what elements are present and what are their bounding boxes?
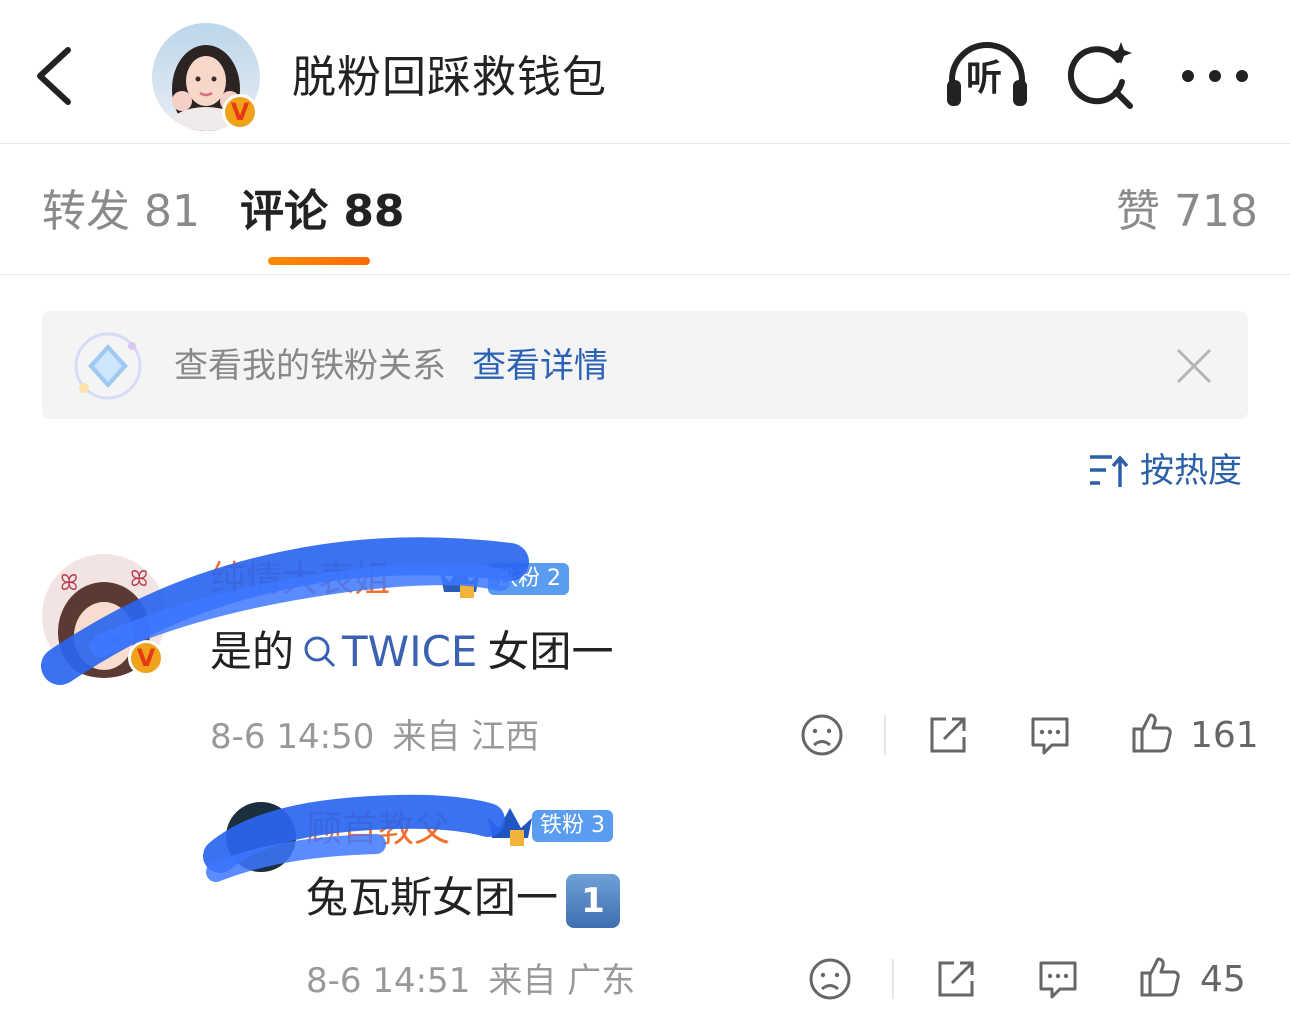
reply-text: 兔瓦斯女团一 1 bbox=[306, 870, 621, 928]
share-icon[interactable] bbox=[934, 957, 978, 1001]
sort-by-hot-button[interactable]: 按热度 bbox=[1140, 448, 1242, 494]
reply-meta: 8-6 14:51 来自 广东 bbox=[306, 961, 636, 1001]
tab-comments[interactable]: 评论 88 bbox=[240, 184, 405, 240]
sort-icon[interactable] bbox=[1088, 453, 1128, 489]
page-title: 脱粉回踩救钱包 bbox=[292, 52, 607, 103]
comment-meta: 8-6 14:50 来自 江西 bbox=[210, 717, 540, 757]
verified-badge: V bbox=[128, 640, 164, 676]
verified-badge: V bbox=[222, 94, 258, 130]
like-count: 161 bbox=[1190, 715, 1259, 756]
banner-text: 查看我的铁粉关系 bbox=[174, 346, 446, 386]
reply-username[interactable]: 顾首教父 bbox=[306, 806, 450, 854]
sparkle-search-icon[interactable] bbox=[1066, 42, 1136, 112]
keycap-one-emoji: 1 bbox=[566, 873, 621, 928]
like-count: 45 bbox=[1200, 959, 1246, 1000]
crown-icon bbox=[488, 808, 532, 846]
sad-face-icon[interactable] bbox=[808, 957, 852, 1001]
listen-headphones-icon[interactable]: 听 bbox=[944, 42, 1030, 110]
crown-icon bbox=[440, 564, 480, 598]
iron-fan-badge: 铁粉 2 bbox=[488, 563, 569, 595]
sad-face-icon[interactable] bbox=[800, 713, 844, 757]
tab-repost[interactable]: 转发 81 bbox=[42, 184, 200, 240]
active-tab-indicator bbox=[268, 257, 370, 265]
comment-text: 是的 TWICE 女团一 bbox=[210, 627, 614, 676]
listen-label: 听 bbox=[966, 58, 1003, 99]
comment-username[interactable]: 纯情大表姐 bbox=[210, 556, 390, 604]
divider bbox=[884, 715, 886, 755]
comment-icon[interactable] bbox=[1028, 713, 1072, 757]
topic-link[interactable]: TWICE bbox=[294, 627, 477, 676]
svg-text:ꕤ: ꕤ bbox=[130, 567, 148, 592]
like-thumb-icon[interactable] bbox=[1130, 711, 1174, 755]
search-small-icon bbox=[304, 636, 336, 668]
iron-fan-badge: 铁粉 3 bbox=[532, 810, 613, 842]
view-details-link[interactable]: 查看详情 bbox=[472, 344, 608, 388]
close-icon[interactable] bbox=[1174, 346, 1214, 386]
reply-avatar[interactable] bbox=[226, 802, 296, 872]
comment-icon[interactable] bbox=[1036, 957, 1080, 1001]
like-thumb-icon[interactable] bbox=[1138, 955, 1182, 999]
diamond-icon bbox=[74, 332, 142, 400]
tab-likes[interactable]: 赞 718 bbox=[1116, 184, 1258, 240]
share-icon[interactable] bbox=[926, 713, 970, 757]
more-dots-icon[interactable] bbox=[1180, 68, 1250, 84]
back-arrow-icon[interactable] bbox=[30, 44, 80, 108]
svg-text:ꕤ: ꕤ bbox=[60, 571, 78, 596]
divider bbox=[892, 959, 894, 999]
